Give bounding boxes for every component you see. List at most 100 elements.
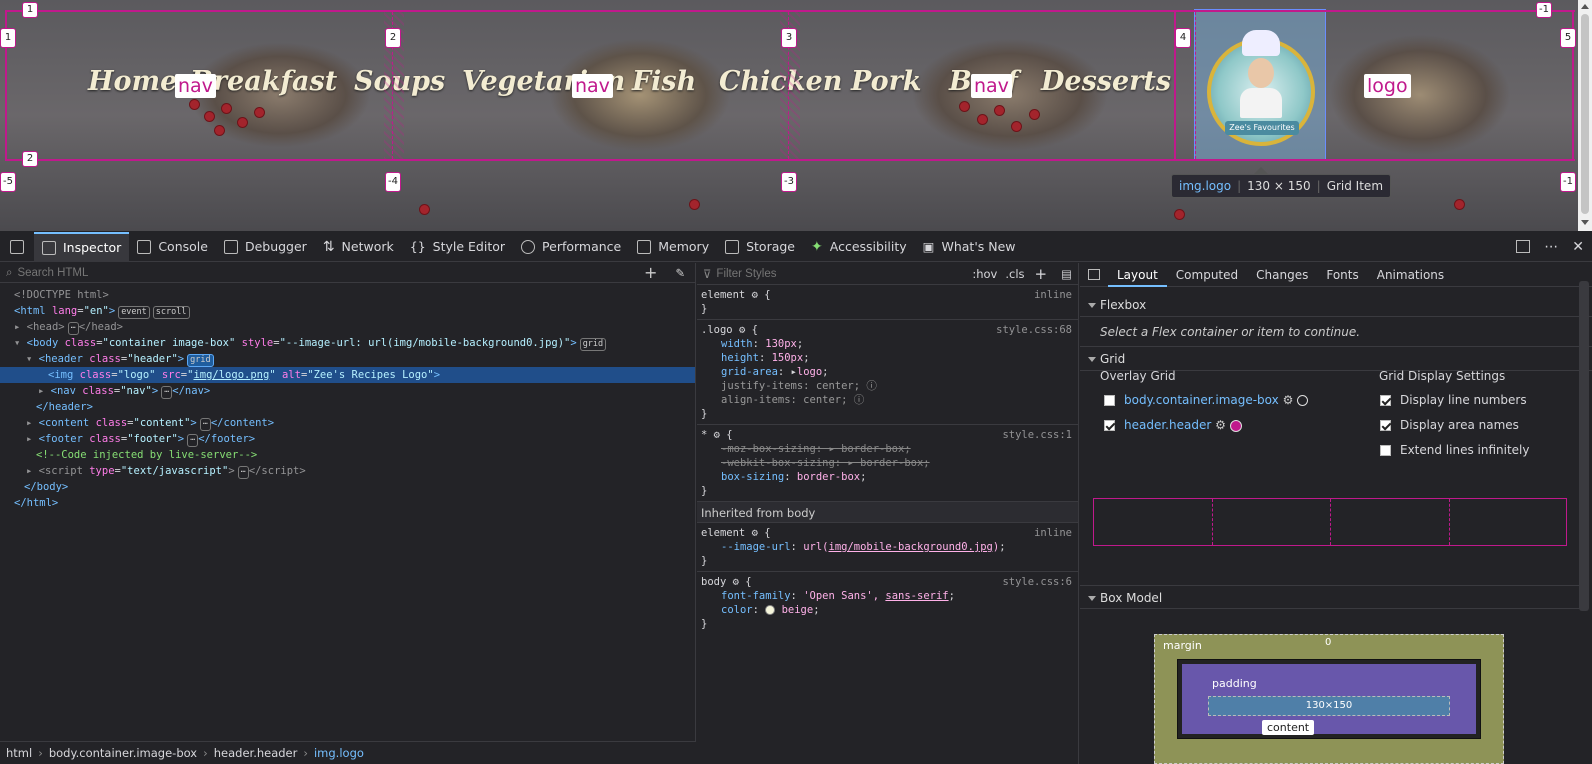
display-setting[interactable]: Display area names [1380, 418, 1519, 432]
tab-inspector[interactable]: Inspector [34, 231, 130, 262]
gear-icon[interactable]: ⚙ [733, 576, 739, 588]
markup-line-selected[interactable]: <img class="logo" src="img/logo.png" alt… [0, 367, 695, 383]
rule-declaration[interactable]: width: 130px; [697, 337, 1078, 351]
gear-icon[interactable]: ⚙ [714, 429, 720, 441]
info-icon[interactable]: ⓘ [866, 380, 877, 392]
setting-checkbox[interactable] [1380, 445, 1391, 456]
margin-top-value[interactable]: 0 [1325, 637, 1331, 648]
markup-line[interactable]: </html> [14, 495, 695, 511]
element-picker-button[interactable] [0, 232, 34, 262]
hov-button[interactable]: :hov [972, 267, 997, 281]
tab-changes[interactable]: Changes [1247, 263, 1317, 287]
tab-performance[interactable]: Performance [513, 232, 629, 262]
close-icon[interactable]: ✕ [1572, 239, 1584, 255]
nav-link-home[interactable]: Home [88, 66, 177, 97]
add-node-icon[interactable]: + [644, 263, 657, 282]
sidebar-scrollbar[interactable] [1579, 281, 1589, 611]
cls-button[interactable]: .cls [1005, 267, 1024, 281]
overlay-item[interactable]: header.header ⚙ [1104, 418, 1242, 432]
rule-source-link[interactable]: style.css:68 [996, 323, 1072, 337]
print-media-icon[interactable]: ▤ [1061, 267, 1072, 281]
search-html-input[interactable] [17, 266, 644, 279]
tab-computed[interactable]: Computed [1167, 263, 1247, 287]
toggle-sidebar-icon[interactable] [1088, 269, 1100, 280]
markup-line[interactable]: ▸ <footer class="footer"> ⋯ </footer> [14, 431, 695, 447]
markup-line[interactable]: ▸ <nav class="nav"> ⋯ </nav> [14, 383, 695, 399]
markup-line[interactable]: ▸ <head> ⋯ </head> [14, 319, 695, 335]
grid-color-swatch[interactable] [1297, 395, 1309, 406]
rule-declaration[interactable]: justify-items: center; ⓘ [697, 379, 1078, 393]
markup-line[interactable]: </body> [14, 479, 695, 495]
page-viewport[interactable]: Home Breakfast Soups Vegetarian Fish Chi… [0, 0, 1592, 231]
markup-line[interactable]: ▸ <script type="text/javascript"> ⋯ </scri… [14, 463, 695, 479]
rule-source-link[interactable]: style.css:6 [1002, 575, 1072, 589]
grid-color-swatch[interactable] [1229, 419, 1242, 432]
rule-declaration[interactable]: --image-url: url(img/mobile-background0.… [697, 540, 1078, 554]
breadcrumb-item[interactable]: html [6, 746, 32, 760]
box-model-padding[interactable]: padding 130×150 [1182, 664, 1476, 734]
box-model-content[interactable]: 130×150 [1208, 696, 1450, 716]
markup-line[interactable]: ▾ <body class="container image-box" styl… [14, 335, 695, 351]
dock-icon[interactable] [1516, 240, 1531, 253]
setting-checkbox[interactable] [1380, 420, 1391, 431]
nav-link-pork[interactable]: Pork [851, 66, 922, 97]
setting-checkbox[interactable] [1380, 395, 1391, 406]
tab-storage[interactable]: Storage [717, 232, 803, 262]
page-scrollbar[interactable] [1578, 0, 1592, 231]
filter-styles-input[interactable] [716, 267, 973, 280]
rule-declaration[interactable]: align-items: center; ⓘ [697, 393, 1078, 407]
overlay-item[interactable]: body.container.image-box ⚙ [1104, 393, 1309, 407]
info-icon[interactable]: ⓘ [854, 394, 865, 406]
scrollbar-thumb[interactable] [1581, 14, 1589, 214]
breadcrumb-item[interactable]: header.header [214, 746, 298, 760]
markup-line[interactable]: ▾ <header class="header"> grid [14, 351, 695, 367]
overlay-checkbox[interactable] [1104, 420, 1115, 431]
add-rule-icon[interactable]: + [1035, 265, 1048, 283]
tab-network[interactable]: ⇅ Network [315, 232, 402, 262]
rule-declaration[interactable]: font-family: 'Open Sans', sans-serif; [697, 589, 1078, 603]
markup-line[interactable]: <html lang="en"> event scroll [14, 303, 695, 319]
tab-whats-new[interactable]: ▣ What's New [915, 232, 1024, 262]
scrollbar-down-arrow[interactable] [1581, 220, 1589, 225]
gear-icon[interactable]: ⚙ [752, 289, 758, 301]
display-setting[interactable]: Extend lines infinitely [1380, 443, 1530, 457]
scrollbar-up-arrow[interactable] [1581, 4, 1589, 9]
nav-link-desserts[interactable]: Desserts [1041, 66, 1171, 97]
breadcrumb-item-current[interactable]: img.logo [314, 746, 364, 760]
tab-console[interactable]: Console [129, 232, 216, 262]
rule-declaration[interactable]: box-sizing: border-box; [697, 470, 1078, 484]
overlay-checkbox[interactable] [1104, 395, 1115, 406]
rule-declaration[interactable]: height: 150px; [697, 351, 1078, 365]
gear-icon[interactable]: ⚙ [1283, 393, 1294, 407]
flexbox-section-header[interactable]: Flexbox [1080, 293, 1592, 317]
tab-style-editor[interactable]: {} Style Editor [402, 232, 513, 262]
markup-line[interactable]: </header> [14, 399, 695, 415]
markup-line[interactable]: <!--Code injected by live-server--> [14, 447, 695, 463]
breadcrumb-item[interactable]: body.container.image-box [49, 746, 197, 760]
grid-section-header[interactable]: Grid [1080, 347, 1592, 371]
rule-declaration[interactable]: color: beige; [697, 603, 1078, 617]
eyedropper-icon[interactable]: ✎ [675, 266, 685, 280]
color-swatch[interactable] [765, 605, 776, 615]
tab-memory[interactable]: Memory [629, 232, 717, 262]
rule-source-link[interactable]: style.css:1 [1002, 428, 1072, 442]
markup-line[interactable]: ▸ <content class="content"> ⋯ </content> [14, 415, 695, 431]
rule-declaration[interactable]: grid-area: ▸logo; [697, 365, 1078, 379]
tab-animations[interactable]: Animations [1368, 263, 1453, 287]
gear-icon[interactable]: ⚙ [1215, 418, 1226, 432]
markup-line[interactable]: <!DOCTYPE html> [14, 287, 695, 303]
tab-accessibility[interactable]: ✦ Accessibility [803, 232, 915, 262]
tab-debugger[interactable]: Debugger [216, 232, 315, 262]
rule-declaration[interactable]: -moz-box-sizing: ▸ border-box; [697, 442, 1078, 456]
display-setting[interactable]: Display line numbers [1380, 393, 1527, 407]
tab-fonts[interactable]: Fonts [1317, 263, 1367, 287]
grid-outline-preview[interactable] [1093, 498, 1567, 546]
nav-link-fish[interactable]: Fish [632, 66, 696, 97]
box-model-margin[interactable]: margin 0 border padding 130×150 content [1154, 634, 1504, 764]
tab-layout[interactable]: Layout [1108, 263, 1167, 287]
rule-declaration[interactable]: -webkit-box-sizing: ▸ border-box; [697, 456, 1078, 470]
box-model-border[interactable]: border padding 130×150 [1177, 659, 1481, 739]
gear-icon[interactable]: ⚙ [752, 527, 758, 539]
box-model-section-header[interactable]: Box Model [1080, 585, 1580, 609]
gear-icon[interactable]: ⚙ [739, 324, 745, 336]
